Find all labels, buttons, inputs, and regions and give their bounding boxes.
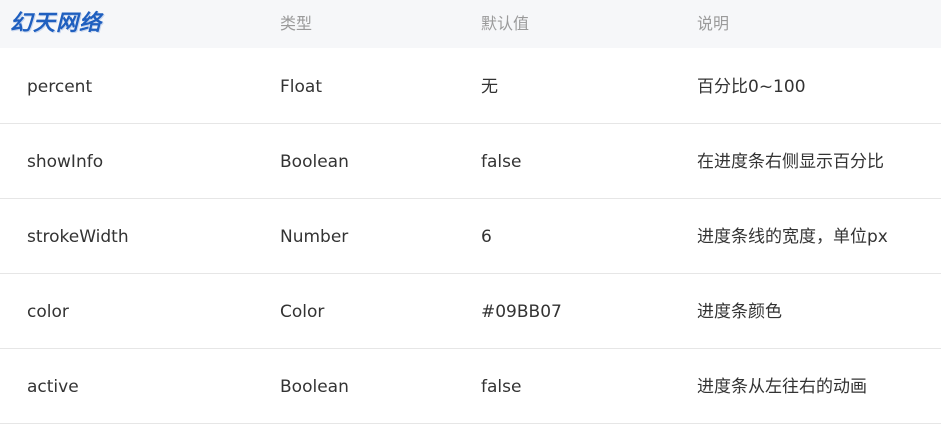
prop-default: 无 xyxy=(481,77,498,97)
prop-name: showInfo xyxy=(27,152,104,172)
watermark-logo: 幻天网络 xyxy=(10,11,103,36)
header-type: 类型 xyxy=(280,14,313,33)
prop-name: percent xyxy=(27,77,93,97)
header-default: 默认值 xyxy=(481,14,530,33)
prop-default: #09BB07 xyxy=(481,302,562,322)
prop-name: strokeWidth xyxy=(27,227,129,247)
prop-description: 进度条从左往右的动画 xyxy=(697,377,867,397)
prop-description: 在进度条右侧显示百分比 xyxy=(697,152,884,172)
prop-type: Boolean xyxy=(280,377,349,397)
prop-type: Float xyxy=(280,77,322,97)
prop-default: false xyxy=(481,377,522,397)
prop-default: false xyxy=(481,152,522,172)
table-header: 幻天网络 类型 默认值 说明 xyxy=(0,0,941,48)
prop-description: 进度条线的宽度，单位px xyxy=(697,227,888,247)
prop-default: 6 xyxy=(481,227,492,247)
prop-name: color xyxy=(27,302,69,322)
table-row: color Color #09BB07 进度条颜色 xyxy=(0,274,941,349)
prop-type: Boolean xyxy=(280,152,349,172)
prop-type: Color xyxy=(280,302,325,322)
props-table: 幻天网络 类型 默认值 说明 percent Float 无 百分比0~100 … xyxy=(0,0,941,426)
table-row: strokeWidth Number 6 进度条线的宽度，单位px xyxy=(0,199,941,274)
header-description: 说明 xyxy=(697,14,730,33)
table-row: active Boolean false 进度条从左往右的动画 xyxy=(0,349,941,424)
prop-name: active xyxy=(27,377,79,397)
prop-description: 进度条颜色 xyxy=(697,302,782,322)
prop-type: Number xyxy=(280,227,349,247)
table-row: percent Float 无 百分比0~100 xyxy=(0,49,941,124)
prop-description: 百分比0~100 xyxy=(697,77,806,97)
table-row: showInfo Boolean false 在进度条右侧显示百分比 xyxy=(0,124,941,199)
